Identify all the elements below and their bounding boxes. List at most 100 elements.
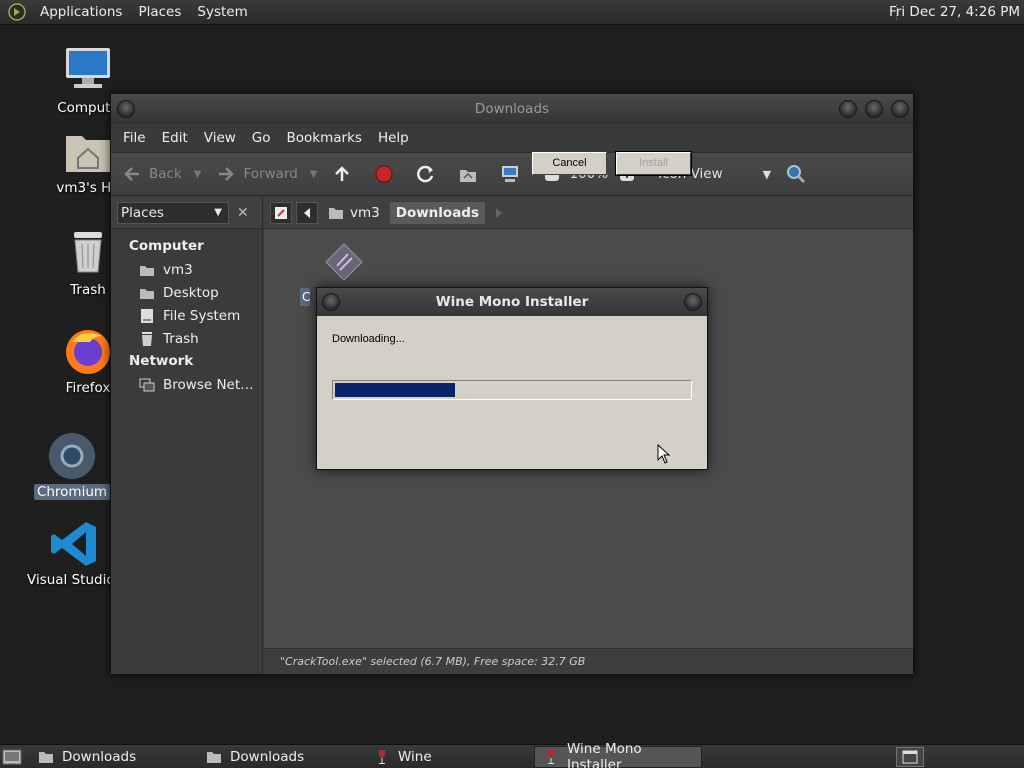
top-menu: Applications Places System — [0, 0, 256, 24]
dialog-titlebar[interactable]: Wine Mono Installer — [317, 288, 707, 316]
dialog-title: Wine Mono Installer — [435, 294, 589, 310]
taskbar-item-wine[interactable]: Wine — [366, 746, 534, 768]
distro-logo-icon[interactable] — [8, 3, 26, 21]
cancel-button[interactable]: Cancel — [532, 152, 607, 175]
back-arrow-icon — [121, 163, 143, 185]
desktop-icon-label: Chromium — [33, 484, 111, 500]
desktop-icon — [139, 285, 155, 301]
folder-icon — [206, 749, 222, 765]
sidebar-item-label: vm3 — [163, 261, 193, 278]
stop-button[interactable] — [373, 163, 401, 185]
executable-file-icon[interactable] — [324, 242, 364, 282]
wine-mono-installer-dialog[interactable]: Wine Mono Installer Downloading... — [316, 287, 708, 470]
menu-help[interactable]: Help — [370, 130, 417, 146]
sidebar-section-network: Network — [129, 353, 194, 369]
desktop-icon-chromium[interactable]: Chromium — [22, 430, 122, 500]
home-button[interactable] — [457, 163, 485, 185]
window-title: Downloads — [474, 101, 550, 117]
back-button[interactable]: Back ▼ — [121, 163, 201, 185]
home-icon — [457, 163, 479, 185]
path-crumb-label: vm3 — [350, 204, 380, 221]
desktop-icon-vscode[interactable]: Visual Studio Co — [24, 518, 137, 588]
forward-history-icon[interactable]: ▼ — [310, 169, 318, 180]
menu-edit[interactable]: Edit — [154, 130, 196, 146]
taskbar-item-label: Wine — [398, 748, 432, 765]
path-bar: vm3 Downloads — [264, 197, 913, 229]
sidebar-type-label: Places — [121, 204, 164, 221]
forward-arrow-icon — [215, 163, 237, 185]
search-button[interactable] — [785, 163, 813, 185]
sidebar-item-label: Browse Net… — [163, 376, 254, 393]
progress-fill — [335, 383, 456, 397]
back-history-icon[interactable]: ▼ — [194, 169, 202, 180]
install-button[interactable]: Install — [615, 151, 692, 176]
sidebar-item-desktop[interactable]: Desktop — [111, 281, 262, 304]
menu-applications[interactable]: Applications — [32, 4, 130, 20]
path-scroll-right-button[interactable] — [489, 202, 509, 224]
taskbar-item-wine-mono-installer[interactable]: Wine Mono Installer — [534, 741, 702, 768]
taskbar-item-downloads-2[interactable]: Downloads — [198, 746, 366, 768]
up-button[interactable] — [331, 163, 359, 185]
chevron-left-icon — [304, 207, 310, 218]
home-folder-icon — [66, 136, 110, 172]
forward-button[interactable]: Forward ▼ — [215, 163, 317, 185]
window-menu-button[interactable] — [322, 293, 340, 311]
download-progress-bar — [332, 380, 692, 400]
home-icon — [329, 207, 343, 219]
close-button[interactable] — [891, 100, 909, 118]
forward-label: Forward — [243, 166, 298, 182]
menu-places[interactable]: Places — [130, 4, 189, 20]
places-bar: Places ▼ ✕ — [111, 197, 262, 229]
menu-go[interactable]: Go — [244, 130, 279, 146]
dialog-body: Downloading... — [317, 316, 707, 470]
path-crumb-label: Downloads — [395, 204, 480, 221]
path-crumb-downloads[interactable]: Downloads — [389, 201, 486, 224]
workspace-icon — [902, 750, 918, 764]
search-icon — [785, 163, 807, 185]
wine-icon — [543, 749, 559, 765]
sidebar-item-trash[interactable]: Trash — [111, 327, 262, 350]
reload-icon — [415, 163, 437, 185]
chevron-down-icon: ▼ — [214, 207, 222, 218]
sidebar-item-label: Trash — [163, 330, 199, 347]
menu-file[interactable]: File — [115, 130, 154, 146]
firefox-icon — [66, 330, 110, 374]
sidebar-item-filesystem[interactable]: File System — [111, 304, 262, 327]
up-arrow-icon — [331, 163, 353, 185]
workspace-switcher[interactable] — [896, 747, 924, 767]
edit-icon — [275, 206, 287, 219]
path-scroll-left-button[interactable] — [296, 201, 318, 224]
reload-button[interactable] — [415, 163, 443, 185]
minimize-button[interactable] — [839, 100, 857, 118]
desktop-icon-label: Trash — [70, 282, 106, 298]
menu-bookmarks[interactable]: Bookmarks — [279, 130, 370, 146]
sidebar-item-vm3[interactable]: vm3 — [111, 258, 262, 281]
toggle-location-entry-button[interactable] — [270, 201, 292, 224]
menu-view[interactable]: View — [196, 130, 244, 146]
status-message: Downloading... — [332, 333, 405, 345]
trash-icon — [139, 331, 155, 347]
clock[interactable]: Fri Dec 27, 4:26 PM — [889, 0, 1020, 25]
sidebar-type-select[interactable]: Places ▼ — [117, 201, 229, 224]
window-menu-button[interactable] — [117, 100, 135, 118]
path-crumb-vm3[interactable]: vm3 — [322, 202, 386, 224]
window-titlebar[interactable]: Downloads — [111, 94, 913, 124]
sidebar-item-browse-network[interactable]: Browse Net… — [111, 373, 262, 396]
taskbar-item-label: Downloads — [62, 748, 137, 765]
stop-icon — [373, 163, 395, 185]
show-desktop-icon[interactable] — [2, 748, 22, 766]
toolbar: Back ▼ Forward ▼ View ▼ — [111, 152, 913, 196]
sidebar: Places ▼ ✕ Computer vm3 Desktop File Sys… — [111, 197, 263, 674]
wine-icon — [374, 749, 390, 765]
sidebar-item-label: Desktop — [163, 284, 219, 301]
drive-icon — [139, 308, 155, 324]
computer-button[interactable] — [499, 163, 527, 185]
menu-system[interactable]: System — [189, 4, 255, 20]
back-label: Back — [149, 166, 182, 182]
close-sidebar-icon[interactable]: ✕ — [237, 205, 249, 221]
vscode-icon — [51, 522, 96, 566]
maximize-button[interactable] — [865, 100, 883, 118]
file-name-label[interactable]: C — [300, 288, 310, 306]
taskbar-item-downloads-1[interactable]: Downloads — [30, 746, 198, 768]
close-button[interactable] — [684, 293, 702, 311]
